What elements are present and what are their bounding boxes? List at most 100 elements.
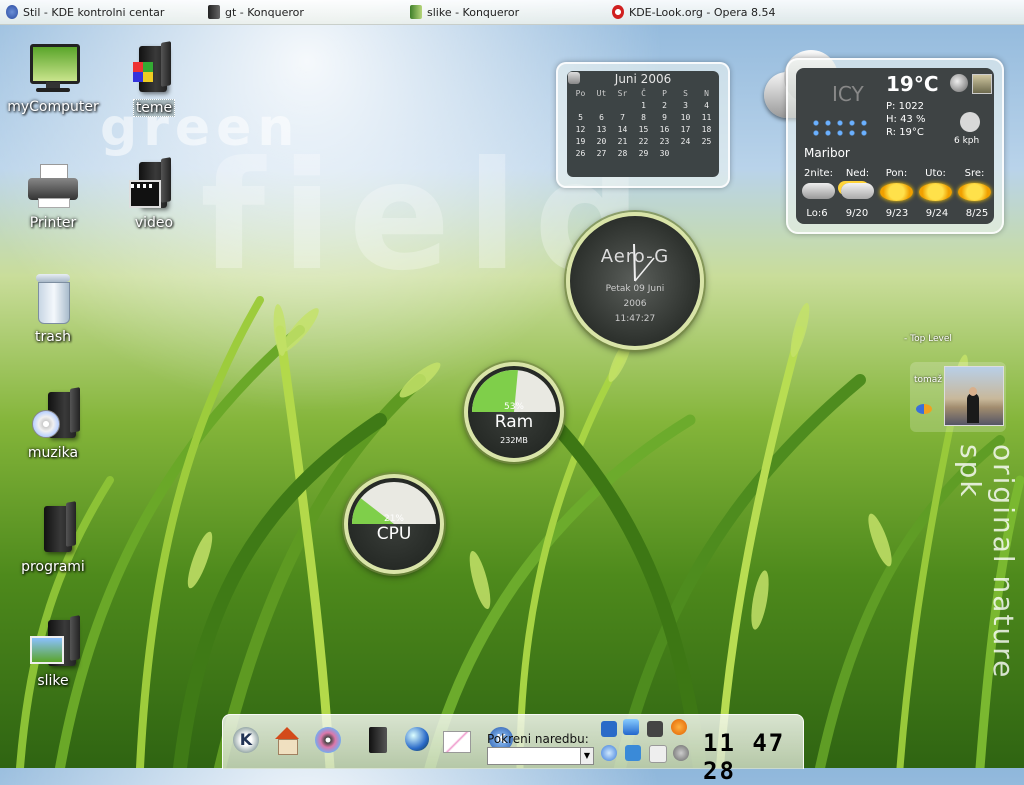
taskbar-item-slike[interactable]: slike - Konqueror bbox=[404, 0, 606, 24]
calendar-day[interactable]: 14 bbox=[612, 124, 633, 136]
folder-icon bbox=[26, 502, 80, 556]
calendar-day[interactable]: 9 bbox=[654, 112, 675, 124]
printer-icon bbox=[26, 158, 80, 212]
desktop-icon-slike[interactable]: slike bbox=[5, 616, 101, 689]
calendar-day[interactable]: 8 bbox=[633, 112, 654, 124]
calendar-weekday-header: Sr bbox=[617, 89, 628, 98]
calendar-day[interactable]: 23 bbox=[654, 136, 675, 148]
calendar-day[interactable]: 4 bbox=[696, 100, 717, 112]
weather-widget[interactable]: ICY 19°C P: 1022 H: 43 % R: 19°C 6 kph M… bbox=[786, 58, 1004, 234]
calendar-day[interactable]: 5 bbox=[570, 112, 591, 124]
disk-icon[interactable] bbox=[673, 745, 689, 761]
ram-detail: 232MB bbox=[500, 436, 528, 445]
security-lock-icon[interactable] bbox=[647, 721, 663, 737]
calendar-day[interactable]: 2 bbox=[654, 100, 675, 112]
desktop-icon-video[interactable]: video bbox=[106, 158, 202, 231]
desktop-icon-muzika[interactable]: muzika bbox=[5, 388, 101, 461]
desktop-icon-label: programi bbox=[21, 559, 85, 575]
taskbar-item-kde-control[interactable]: Stil - KDE kontrolni centar bbox=[0, 0, 202, 24]
calendar-widget[interactable]: Juni 2006 Po Ut Sr Č P S N 1 2 3 4 5 6 7 8 9 10 11 12 13 14 1… bbox=[556, 62, 730, 188]
top-level-link[interactable]: - Top Level bbox=[904, 334, 952, 344]
network-connect-icon[interactable] bbox=[625, 745, 641, 761]
calendar-day[interactable]: 6 bbox=[591, 112, 612, 124]
home-icon bbox=[273, 727, 301, 755]
calendar-day[interactable]: 17 bbox=[675, 124, 696, 136]
weather-condition-label: ICY bbox=[832, 82, 864, 106]
taskbar-item-gt[interactable]: gt - Konqueror bbox=[202, 0, 404, 24]
clock-day: Petak 09 Juni bbox=[605, 284, 665, 294]
forecast-day: Sre: bbox=[958, 168, 991, 201]
forecast-days: 2nite: Ned: Pon: Uto: Sre: bbox=[802, 168, 991, 201]
aero-clock-widget[interactable]: Aero-G Petak 09 Juni 2006 11:47:27 bbox=[566, 212, 704, 350]
calendar-day[interactable]: 15 bbox=[633, 124, 654, 136]
sun-icon bbox=[919, 183, 952, 201]
mail-button[interactable] bbox=[443, 727, 471, 755]
profile-username: tomaž bbox=[914, 375, 943, 385]
ram-gauge[interactable]: 53% Ram 232MB bbox=[464, 362, 564, 462]
update-alert-icon[interactable] bbox=[671, 719, 687, 735]
calendar-day[interactable]: 3 bbox=[675, 100, 696, 112]
network-icon[interactable] bbox=[601, 745, 617, 761]
calendar-handle-icon[interactable] bbox=[568, 72, 580, 84]
forecast-lows: Lo:6 9/20 9/23 9/24 8/25 bbox=[800, 208, 994, 219]
calendar-day[interactable]: 1 bbox=[633, 100, 654, 112]
chevron-down-icon[interactable]: ▼ bbox=[580, 747, 594, 765]
calendar-day[interactable]: 21 bbox=[612, 136, 633, 148]
calendar-day[interactable]: 22 bbox=[633, 136, 654, 148]
calendar-weekday-header: Po bbox=[575, 89, 586, 98]
taskbar-item-label: KDE-Look.org - Opera 8.54 bbox=[629, 5, 776, 19]
sun-icon bbox=[958, 183, 991, 201]
forecast-low: Lo:6 bbox=[806, 208, 828, 219]
cpu-gauge[interactable]: 21% CPU bbox=[344, 474, 444, 574]
weather-temperature: 19°C bbox=[886, 72, 939, 96]
desktop-icon-trash[interactable]: trash bbox=[5, 272, 101, 345]
weather-humidity: H: 43 % bbox=[886, 114, 926, 125]
run-command-input[interactable] bbox=[487, 747, 581, 765]
calendar-day[interactable]: 28 bbox=[612, 148, 633, 160]
media-button[interactable] bbox=[315, 727, 343, 755]
profile-photo[interactable] bbox=[944, 366, 1004, 426]
k-menu-button[interactable]: K bbox=[233, 727, 261, 755]
calendar-day[interactable]: 13 bbox=[591, 124, 612, 136]
home-button[interactable] bbox=[273, 727, 301, 755]
calendar-day[interactable]: 29 bbox=[633, 148, 654, 160]
calendar-day[interactable]: 20 bbox=[591, 136, 612, 148]
calendar-day bbox=[570, 100, 591, 112]
trash-icon bbox=[26, 272, 80, 326]
pictures-folder-icon bbox=[26, 616, 80, 670]
weather-photo-icon[interactable] bbox=[972, 74, 992, 94]
media-player-icon bbox=[315, 727, 341, 753]
desktop-icon-programi[interactable]: programi bbox=[5, 502, 101, 575]
globe-icon[interactable] bbox=[950, 74, 968, 92]
forecast-low: 8/25 bbox=[965, 208, 989, 219]
calendar-day bbox=[696, 148, 717, 160]
calendar-day[interactable]: 19 bbox=[570, 136, 591, 148]
browser-button[interactable] bbox=[363, 727, 391, 755]
volume-icon[interactable] bbox=[601, 721, 617, 737]
download-arrow-icon[interactable] bbox=[623, 719, 639, 735]
desktop-icon-teme[interactable]: teme bbox=[106, 42, 202, 117]
calendar-day[interactable]: 16 bbox=[654, 124, 675, 136]
taskbar: Stil - KDE kontrolni centar gt - Konquer… bbox=[0, 0, 1024, 25]
calendar-day[interactable]: 27 bbox=[591, 148, 612, 160]
calendar-day[interactable]: 12 bbox=[570, 124, 591, 136]
calendar-day[interactable]: 25 bbox=[696, 136, 717, 148]
taskbar-item-label: Stil - KDE kontrolni centar bbox=[23, 5, 165, 19]
calendar-day[interactable]: 24 bbox=[675, 136, 696, 148]
globe-icon bbox=[405, 727, 429, 751]
cpu-label: CPU bbox=[376, 524, 412, 544]
desktop-icon-printer[interactable]: Printer bbox=[5, 158, 101, 231]
calendar-day[interactable]: 30 bbox=[654, 148, 675, 160]
desktop-icon-mycomputer[interactable]: myComputer bbox=[5, 42, 101, 115]
digital-clock[interactable]: 11 47 28 bbox=[703, 729, 803, 785]
clipboard-icon[interactable] bbox=[649, 745, 667, 763]
wallpaper-side-caption: original nature spk bbox=[954, 444, 1020, 680]
butterfly-icon bbox=[916, 404, 932, 414]
calendar-day[interactable]: 11 bbox=[696, 112, 717, 124]
konqueror-button[interactable] bbox=[405, 727, 433, 755]
calendar-day[interactable]: 18 bbox=[696, 124, 717, 136]
calendar-day[interactable]: 26 bbox=[570, 148, 591, 160]
calendar-day[interactable]: 10 bbox=[675, 112, 696, 124]
taskbar-item-opera[interactable]: KDE-Look.org - Opera 8.54 bbox=[606, 0, 812, 24]
calendar-day[interactable]: 7 bbox=[612, 112, 633, 124]
